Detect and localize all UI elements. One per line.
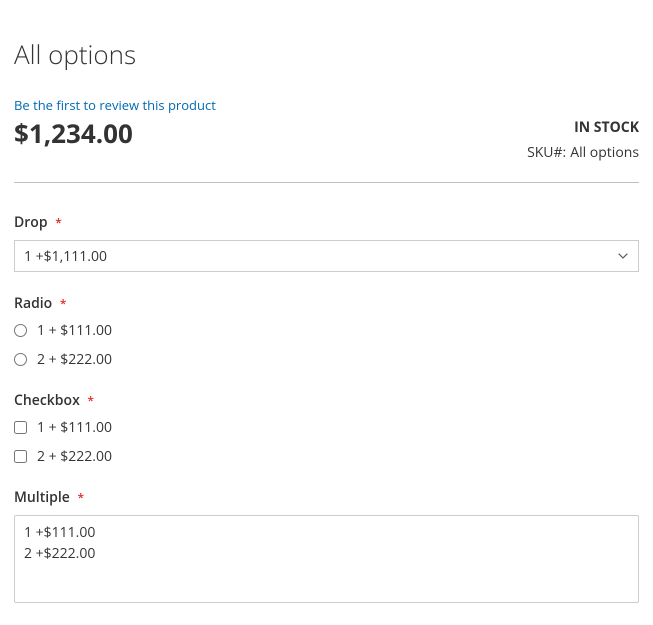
drop-label: Drop * [14,213,639,232]
checkbox-option-2-label: 2 + $222.00 [37,447,112,466]
drop-label-text: Drop [14,213,48,232]
radio-option-2-row: 2 + $222.00 [14,350,639,369]
radio-option-1-label: 1 + $111.00 [37,321,112,340]
sku-row: SKU#:All options [527,143,639,162]
radio-option-2-label: 2 + $222.00 [37,350,112,369]
radio-option-1[interactable] [14,324,27,337]
stock-status: IN STOCK [527,118,639,137]
required-mark: * [60,295,67,312]
required-mark: * [55,214,62,231]
checkbox-label: Checkbox * [14,391,639,410]
checkbox-label-text: Checkbox [14,391,80,410]
radio-label-text: Radio [14,294,52,313]
drop-select-wrapper: 1 +$1,111.00 [14,240,639,272]
field-multiple: Multiple * 1 +$111.00 2 +$222.00 [14,488,639,603]
multiple-select[interactable]: 1 +$111.00 2 +$222.00 [14,515,639,603]
field-drop: Drop * 1 +$1,111.00 [14,213,639,272]
reviews-link[interactable]: Be the first to review this product [14,96,216,114]
checkbox-option-2[interactable] [14,450,27,463]
field-checkbox: Checkbox * 1 + $111.00 2 + $222.00 [14,391,639,466]
multiple-label-text: Multiple [14,488,70,507]
checkbox-option-1-label: 1 + $111.00 [37,418,112,437]
checkbox-option-1[interactable] [14,421,27,434]
radio-label: Radio * [14,294,639,313]
price: $1,234.00 [14,118,133,149]
sku-label: SKU#: [527,143,566,162]
required-mark: * [77,489,84,506]
radio-option-2[interactable] [14,353,27,366]
field-radio: Radio * 1 + $111.00 2 + $222.00 [14,294,639,369]
multiple-option-2[interactable]: 2 +$222.00 [24,543,629,564]
checkbox-option-2-row: 2 + $222.00 [14,447,639,466]
multiple-option-1[interactable]: 1 +$111.00 [24,522,629,543]
price-stock-row: $1,234.00 IN STOCK SKU#:All options [14,118,639,183]
sku-value: All options [570,143,639,162]
stock-sku: IN STOCK SKU#:All options [527,118,639,162]
drop-select[interactable]: 1 +$1,111.00 [14,240,639,272]
checkbox-option-1-row: 1 + $111.00 [14,418,639,437]
page-title: All options [14,36,653,72]
multiple-label: Multiple * [14,488,639,507]
radio-option-1-row: 1 + $111.00 [14,321,639,340]
required-mark: * [87,392,94,409]
